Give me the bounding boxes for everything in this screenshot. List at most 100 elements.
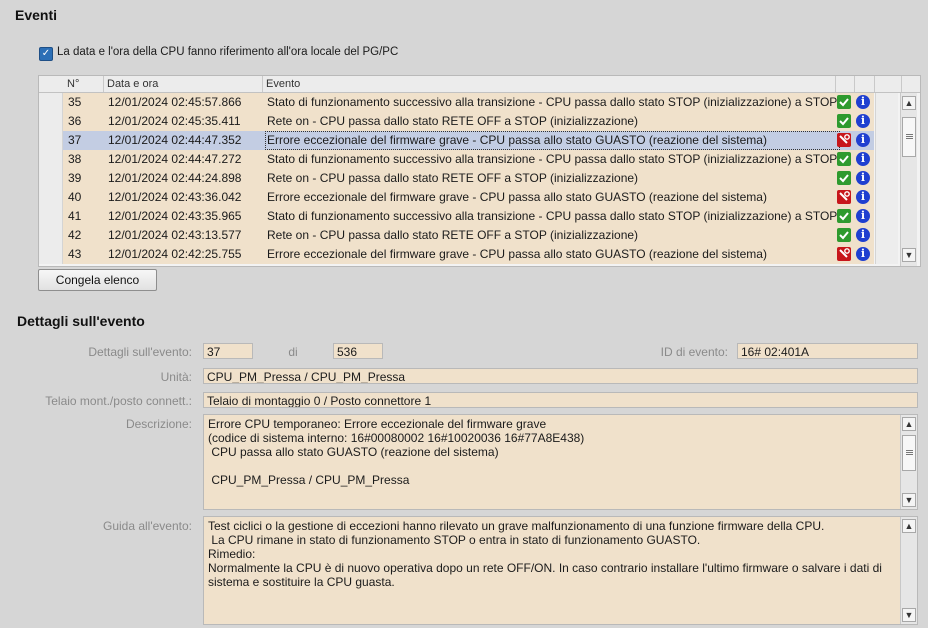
row-header[interactable] xyxy=(39,245,63,264)
event-message: Rete on - CPU passa dallo stato RETE OFF… xyxy=(267,114,639,128)
ok-check-icon xyxy=(837,209,851,223)
table-row[interactable]: 42 12/01/2024 02:43:13.577 Rete on - CPU p… xyxy=(39,226,898,245)
row-header[interactable] xyxy=(39,188,63,207)
row-tail xyxy=(875,188,898,207)
event-datetime: 12/01/2024 02:43:13.577 xyxy=(108,228,242,242)
event-number: 35 xyxy=(68,95,82,109)
row-tail xyxy=(875,207,898,226)
row-header[interactable] xyxy=(39,131,63,150)
table-row[interactable]: 40 12/01/2024 02:43:36.042 Errore eccezion… xyxy=(39,188,898,207)
local-time-checkbox[interactable]: ✓ xyxy=(39,47,53,61)
event-number: 41 xyxy=(68,209,82,223)
event-message: Errore eccezionale del firmware grave - … xyxy=(267,190,767,204)
row-header[interactable] xyxy=(39,226,63,245)
scroll-thumb[interactable] xyxy=(902,435,916,471)
table-row[interactable]: 43 12/01/2024 02:42:25.755 Errore eccezion… xyxy=(39,245,898,264)
event-help-text: Test ciclici o la gestione di eccezioni … xyxy=(208,519,882,589)
scroll-down-icon[interactable]: ▼ xyxy=(902,493,916,507)
table-row[interactable]: 36 12/01/2024 02:45:35.411 Rete on - CPU p… xyxy=(39,112,898,131)
unit-label: Unità: xyxy=(160,370,192,384)
column-header-event[interactable]: Evento xyxy=(266,78,300,90)
scroll-thumb[interactable] xyxy=(902,117,916,157)
event-number: 43 xyxy=(68,247,82,261)
local-time-checkbox-label: La data e l'ora della CPU fanno riferime… xyxy=(57,46,399,58)
info-icon[interactable]: i xyxy=(856,228,870,242)
of-label: di xyxy=(288,345,298,359)
ok-check-icon xyxy=(837,228,851,242)
freeze-list-button[interactable]: Congela elenco xyxy=(38,269,157,291)
table-row[interactable]: 41 12/01/2024 02:43:35.965 Stato di funzio… xyxy=(39,207,898,226)
table-row[interactable]: 37 12/01/2024 02:44:47.352 Errore eccezion… xyxy=(39,131,898,150)
event-message: Rete on - CPU passa dallo stato RETE OFF… xyxy=(267,171,639,185)
rack-slot-field[interactable]: Telaio di montaggio 0 / Posto connettore… xyxy=(203,392,918,408)
scroll-down-icon[interactable]: ▼ xyxy=(902,608,916,622)
column-header-no[interactable]: N° xyxy=(67,78,79,90)
event-datetime: 12/01/2024 02:44:47.272 xyxy=(108,152,242,166)
scroll-up-icon[interactable]: ▲ xyxy=(902,519,916,533)
ok-check-icon xyxy=(837,114,851,128)
events-table-scrollbar[interactable]: ▲ ▼ xyxy=(900,93,917,266)
event-index-field[interactable]: 37 xyxy=(203,343,253,359)
column-header-datetime[interactable]: Data e ora xyxy=(107,78,158,90)
row-tail xyxy=(875,245,898,264)
info-icon[interactable]: i xyxy=(856,95,870,109)
unit-field[interactable]: CPU_PM_Pressa / CPU_PM_Pressa xyxy=(203,368,918,384)
scroll-down-icon[interactable]: ▼ xyxy=(902,248,916,262)
event-id-field[interactable]: 16# 02:401A xyxy=(737,343,918,359)
row-tail xyxy=(875,112,898,131)
table-row[interactable]: 39 12/01/2024 02:44:24.898 Rete on - CPU p… xyxy=(39,169,898,188)
row-tail xyxy=(875,131,898,150)
ok-check-icon xyxy=(837,95,851,109)
event-number: 38 xyxy=(68,152,82,166)
table-row[interactable]: 38 12/01/2024 02:44:47.272 Stato di funzio… xyxy=(39,150,898,169)
event-message: Stato di funzionamento successivo alla t… xyxy=(267,152,838,166)
ok-check-icon xyxy=(837,152,851,166)
info-icon[interactable]: i xyxy=(856,152,870,166)
row-tail xyxy=(875,169,898,188)
ok-check-icon xyxy=(837,171,851,185)
info-icon[interactable]: i xyxy=(856,133,870,147)
info-icon[interactable]: i xyxy=(856,114,870,128)
events-table: N° Data e ora Evento 35 12/01/2024 02:45:… xyxy=(38,75,921,267)
event-total-field[interactable]: 536 xyxy=(333,343,383,359)
info-icon[interactable]: i xyxy=(856,247,870,261)
error-wrench-icon xyxy=(837,190,851,204)
table-row[interactable]: 35 12/01/2024 02:45:57.866 Stato di funzio… xyxy=(39,93,898,112)
event-details-label: Dettagli sull'evento: xyxy=(88,345,192,359)
info-icon[interactable]: i xyxy=(856,190,870,204)
info-icon[interactable]: i xyxy=(856,209,870,223)
rack-slot-label: Telaio mont./posto connett.: xyxy=(45,394,192,408)
events-title: Eventi xyxy=(15,7,58,23)
events-table-header: N° Data e ora Evento xyxy=(39,76,920,93)
description-text: Errore CPU temporaneo: Errore eccezional… xyxy=(208,417,585,487)
event-help-label: Guida all'evento: xyxy=(102,519,192,533)
scroll-up-icon[interactable]: ▲ xyxy=(902,96,916,110)
event-datetime: 12/01/2024 02:42:25.755 xyxy=(108,247,242,261)
row-header[interactable] xyxy=(39,93,63,112)
scroll-up-icon[interactable]: ▲ xyxy=(902,417,916,431)
event-message: Stato di funzionamento successivo alla t… xyxy=(267,95,838,109)
info-icon[interactable]: i xyxy=(856,171,870,185)
event-datetime: 12/01/2024 02:45:57.866 xyxy=(108,95,242,109)
event-number: 39 xyxy=(68,171,82,185)
event-help-textarea[interactable]: Test ciclici o la gestione di eccezioni … xyxy=(203,516,918,625)
row-header[interactable] xyxy=(39,169,63,188)
row-tail xyxy=(875,150,898,169)
row-header[interactable] xyxy=(39,207,63,226)
event-number: 36 xyxy=(68,114,82,128)
description-textarea[interactable]: Errore CPU temporaneo: Errore eccezional… xyxy=(203,414,918,510)
row-header[interactable] xyxy=(39,112,63,131)
event-datetime: 12/01/2024 02:45:35.411 xyxy=(108,114,241,128)
description-scrollbar[interactable]: ▲ ▼ xyxy=(900,415,917,509)
details-title: Dettagli sull'evento xyxy=(17,313,145,329)
event-datetime: 12/01/2024 02:44:47.352 xyxy=(108,133,242,147)
event-datetime: 12/01/2024 02:43:35.965 xyxy=(108,209,242,223)
event-message: Rete on - CPU passa dallo stato RETE OFF… xyxy=(267,228,639,242)
event-number: 42 xyxy=(68,228,82,242)
event-id-label: ID di evento: xyxy=(660,345,728,359)
row-tail xyxy=(875,93,898,112)
event-help-scrollbar[interactable]: ▲ ▼ xyxy=(900,517,917,624)
event-message: Errore eccezionale del firmware grave - … xyxy=(265,131,840,150)
event-message: Errore eccezionale del firmware grave - … xyxy=(267,247,767,261)
row-header[interactable] xyxy=(39,150,63,169)
